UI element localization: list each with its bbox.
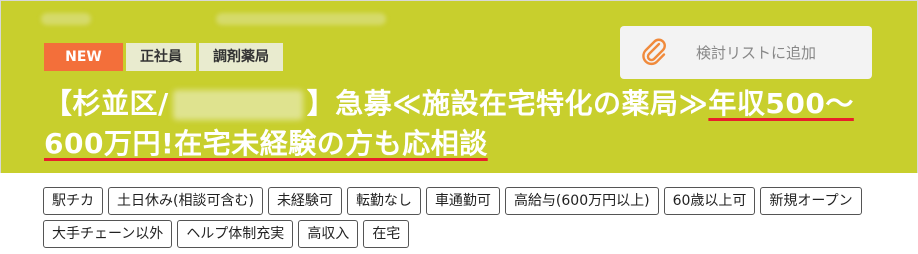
feature-tag: 新規オープン bbox=[760, 187, 862, 215]
add-to-list-label: 検討リストに追加 bbox=[696, 44, 817, 62]
job-header: NEW 正社員 調剤薬局 検討リストに追加 【杉並区/ 】急募≪施設在宅特化の薬局… bbox=[0, 0, 918, 173]
feature-tag: 転勤なし bbox=[346, 187, 421, 215]
redacted-area bbox=[172, 90, 303, 120]
feature-tag: 高収入 bbox=[298, 220, 359, 248]
feature-tag: 未経験可 bbox=[267, 187, 342, 215]
feature-tag: 大手チェーン以外 bbox=[43, 220, 173, 248]
add-to-list-button[interactable]: 検討リストに追加 bbox=[620, 26, 872, 79]
feature-tag: 土日休み(相談可含む) bbox=[108, 187, 263, 215]
title-prefix: 【杉並区/ bbox=[44, 87, 169, 120]
title-middle: 】急募≪施設在宅特化の薬局≫ bbox=[306, 87, 709, 120]
job-title[interactable]: 【杉並区/ 】急募≪施設在宅特化の薬局≫年収500～ 600万円!在宅未経験の方も応… bbox=[44, 84, 904, 164]
title-highlight-note: 600万円!在宅未経験の方も応相談 bbox=[44, 127, 488, 160]
employment-type-badge: 正社員 bbox=[126, 43, 196, 71]
feature-tag: 60歳以上可 bbox=[663, 187, 756, 215]
new-badge: NEW bbox=[44, 43, 123, 71]
badge-group: NEW 正社員 調剤薬局 bbox=[44, 43, 283, 71]
paperclip-icon bbox=[642, 38, 666, 65]
feature-tag: 駅チカ bbox=[43, 187, 103, 215]
feature-tag: 在宅 bbox=[363, 220, 410, 248]
blurred-text bbox=[216, 13, 386, 25]
feature-tag: ヘルプ体制充実 bbox=[177, 220, 294, 248]
feature-tag: 車通勤可 bbox=[425, 187, 500, 215]
facility-type-badge: 調剤薬局 bbox=[199, 43, 283, 71]
feature-tag-list: 駅チカ 土日休み(相談可含む) 未経験可 転勤なし 車通勤可 高給与(600万円… bbox=[43, 187, 893, 248]
blurred-text bbox=[41, 13, 91, 25]
title-highlight-salary: 年収500～ bbox=[708, 87, 854, 120]
feature-tag: 高給与(600万円以上) bbox=[504, 187, 659, 215]
